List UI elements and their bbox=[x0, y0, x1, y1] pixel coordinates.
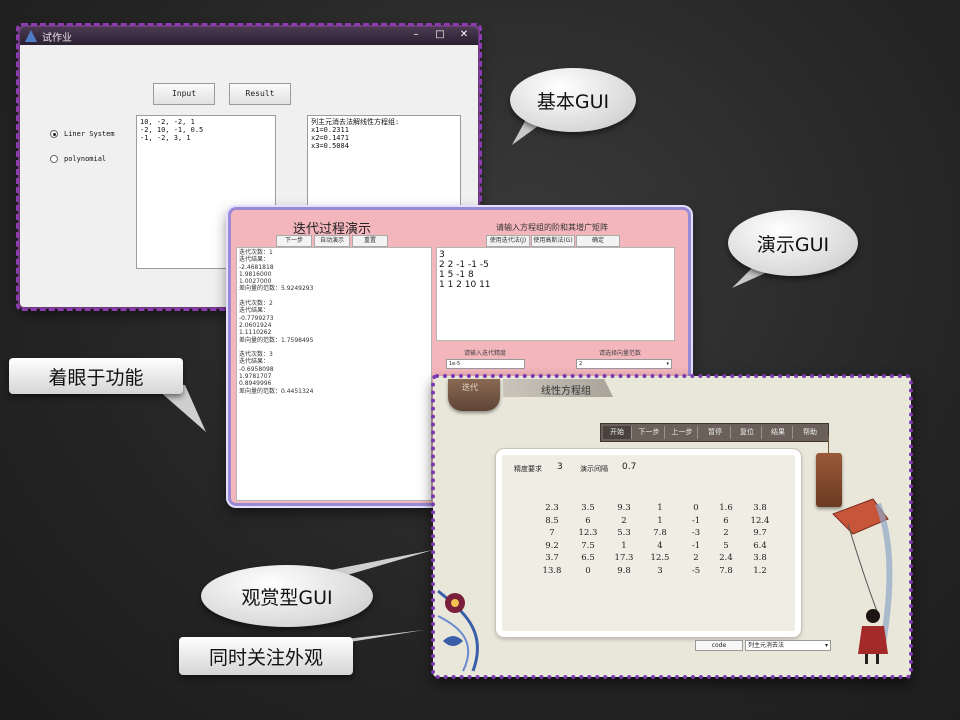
callout-demo-gui: 演示GUI bbox=[728, 210, 858, 276]
callout-appearance: 同时关注外观 bbox=[179, 637, 353, 675]
callout-basic-gui: 基本GUI bbox=[510, 68, 636, 132]
callout-function: 着眼于功能 bbox=[9, 358, 183, 394]
callout-visual-gui: 观赏型GUI bbox=[201, 565, 373, 627]
